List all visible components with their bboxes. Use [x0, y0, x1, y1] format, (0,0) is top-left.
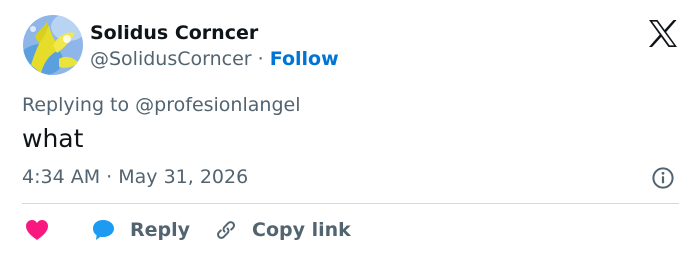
- copy-link-label: Copy link: [252, 219, 351, 241]
- handle-separator: ·: [257, 48, 264, 70]
- speech-bubble-icon: [93, 220, 114, 240]
- replying-to-prefix: Replying to: [22, 94, 130, 116]
- actions-divider: [22, 203, 679, 204]
- copy-link-button[interactable]: Copy link: [214, 216, 351, 244]
- author-handle[interactable]: @SolidusCorncer: [90, 48, 252, 70]
- avatar-image: [23, 15, 83, 75]
- tweet-time: 4:34 AM: [22, 166, 101, 188]
- follow-button[interactable]: Follow: [270, 48, 339, 70]
- like-button[interactable]: [25, 216, 49, 244]
- heart-icon: [26, 220, 48, 240]
- author-display-name[interactable]: Solidus Corncer: [90, 22, 258, 44]
- replying-to-handle[interactable]: @profesionlangel: [135, 94, 300, 116]
- author-handle-line: @SolidusCorncer · Follow: [90, 48, 339, 70]
- tweet-timestamp[interactable]: 4:34 AM · May 31, 2026: [22, 166, 248, 188]
- reply-button[interactable]: Reply: [92, 216, 190, 244]
- x-logo-icon[interactable]: [648, 20, 678, 47]
- timestamp-separator: ·: [106, 166, 113, 188]
- link-icon: [217, 221, 235, 239]
- tweet-date: May 31, 2026: [118, 166, 249, 188]
- reply-label: Reply: [130, 219, 191, 241]
- replying-to-line: Replying to @profesionlangel: [22, 94, 300, 116]
- info-icon[interactable]: [651, 166, 675, 190]
- avatar[interactable]: [23, 15, 83, 75]
- tweet-text: what: [22, 124, 84, 153]
